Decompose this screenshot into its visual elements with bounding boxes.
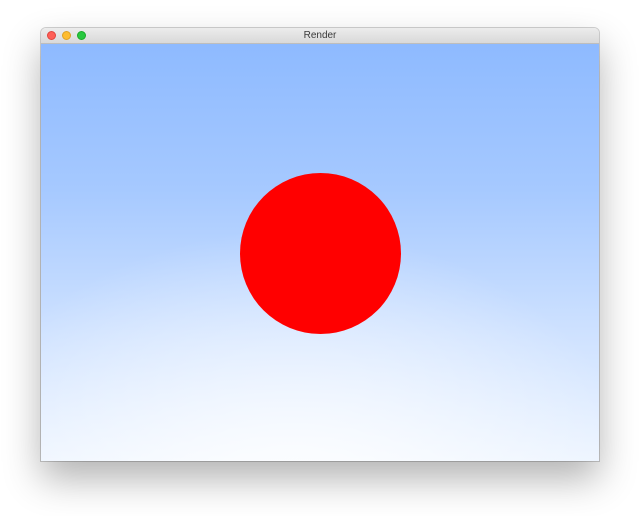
red-sphere xyxy=(240,173,401,334)
title-bar[interactable]: Render xyxy=(41,28,599,44)
render-viewport xyxy=(41,44,599,461)
render-window: Render xyxy=(41,28,599,461)
window-title: Render xyxy=(303,30,337,41)
